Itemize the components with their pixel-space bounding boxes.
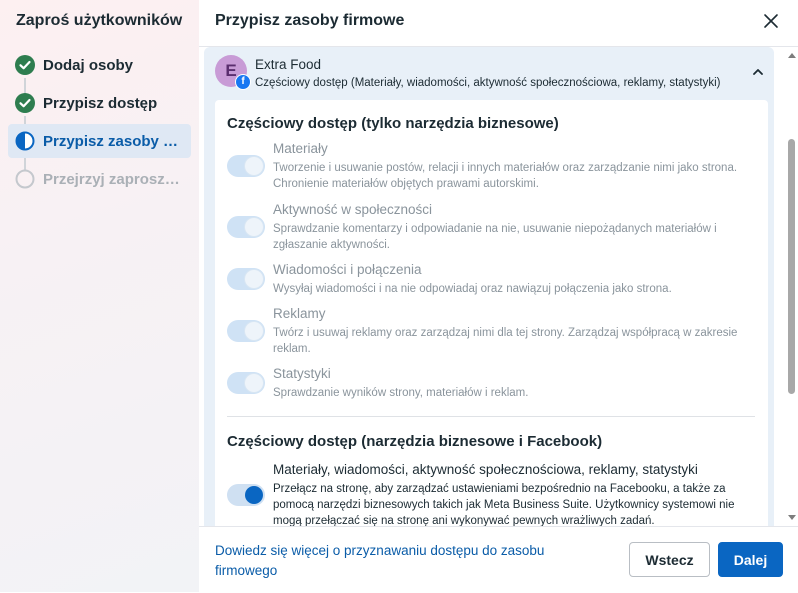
permission-name: Materiały (273, 141, 328, 156)
check-circle-icon (15, 93, 35, 113)
permission-name: Materiały, wiadomości, aktywność społecz… (273, 462, 698, 477)
facebook-icon: f (235, 74, 251, 90)
scrollbar[interactable] (784, 47, 798, 526)
asset-card: E f Extra Food Częściowy dostęp (Materia… (204, 47, 774, 526)
permission-description: Przełącz na stronę, aby zarządzać ustawi… (273, 483, 735, 526)
permission-description: Wysyłaj wiadomości i na nie odpowiadaj o… (273, 283, 672, 295)
permission-description: Sprawdzanie komentarzy i odpowiadanie na… (273, 223, 717, 251)
asset-name: Extra Food (255, 57, 322, 72)
permission-toggle (227, 155, 265, 177)
section-divider (227, 416, 755, 417)
page-title: Przypisz zasoby firmowe (215, 12, 405, 29)
permission-name: Aktywność w społeczności (273, 202, 433, 217)
permission-name: Reklamy (273, 306, 326, 321)
permission-description: Twórz i usuwaj reklamy oraz zarządzaj ni… (273, 327, 738, 355)
permission-name: Wiadomości i połączenia (273, 262, 422, 277)
permission-description: Tworzenie i usuwanie postów, relacji i i… (273, 162, 738, 190)
permission-toggle (227, 372, 265, 394)
assign-assets-panel: Przypisz zasoby firmowe E f Extra Food C… (199, 0, 798, 593)
step-label: Przypisz zasoby firmowe (43, 132, 183, 150)
close-icon[interactable] (762, 12, 780, 30)
step-label: Przejrzyj zaproszenia (43, 170, 183, 188)
permissions-panel: Częściowy dostęp (tylko narzędzia biznes… (215, 100, 768, 526)
section-title: Częściowy dostęp (tylko narzędzia biznes… (227, 115, 559, 132)
invite-stepper-sidebar: Zaproś użytkowników Dodaj osoby Przypisz… (0, 0, 200, 592)
panel-footer: Dowiedz się więcej o przyznawaniu dostęp… (199, 526, 798, 593)
step-assign-access[interactable]: Przypisz dostęp (8, 86, 191, 120)
permission-description: Sprawdzanie wyników strony, materiałów i… (273, 387, 529, 399)
learn-more-link[interactable]: Dowiedz się więcej o przyznawaniu dostęp… (215, 541, 595, 581)
panel-header: Przypisz zasoby firmowe (199, 0, 798, 47)
permission-toggle (227, 320, 265, 342)
asset-header[interactable]: E f Extra Food Częściowy dostęp (Materia… (204, 47, 774, 97)
permission-toggle (227, 216, 265, 238)
back-button[interactable]: Wstecz (629, 542, 710, 577)
scroll-up-arrow-icon[interactable] (788, 53, 796, 58)
step-label: Przypisz dostęp (43, 94, 158, 112)
check-circle-icon (15, 55, 35, 75)
asset-access-summary: Częściowy dostęp (Materiały, wiadomości,… (255, 77, 721, 89)
permission-name: Statystyki (273, 366, 331, 381)
step-assign-assets[interactable]: Przypisz zasoby firmowe (8, 124, 191, 158)
section-title: Częściowy dostęp (narzędzia biznesowe i … (227, 433, 603, 450)
scroll-down-arrow-icon[interactable] (788, 515, 796, 520)
permission-toggle (227, 268, 265, 290)
assets-scroll-area[interactable]: E f Extra Food Częściowy dostęp (Materia… (199, 47, 798, 526)
half-circle-progress-icon (15, 131, 35, 151)
empty-circle-icon (15, 169, 35, 189)
step-review-invites: Przejrzyj zaproszenia (8, 162, 191, 196)
chevron-up-icon[interactable] (752, 66, 764, 78)
scrollbar-thumb[interactable] (788, 139, 795, 394)
permission-toggle[interactable] (227, 484, 265, 506)
next-button[interactable]: Dalej (718, 542, 783, 577)
step-add-people[interactable]: Dodaj osoby (8, 48, 191, 82)
step-label: Dodaj osoby (43, 56, 134, 74)
sidebar-title: Zaproś użytkowników (16, 12, 183, 29)
